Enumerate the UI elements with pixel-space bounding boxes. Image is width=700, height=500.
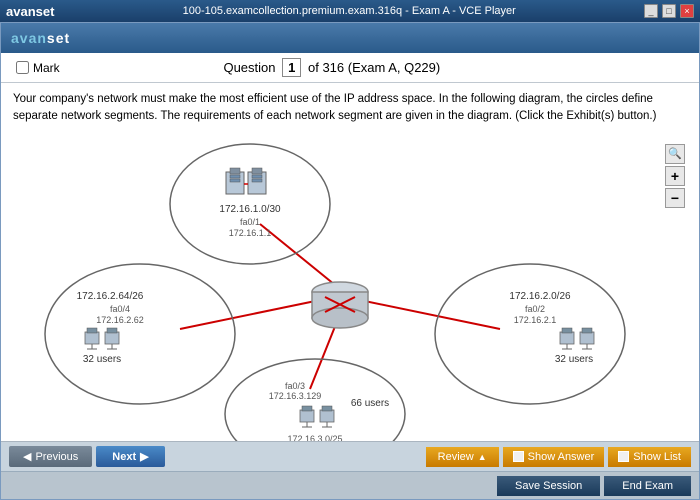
bottom-toolbar2: Save Session End Exam <box>1 471 699 499</box>
main-window: avanset Mark Question 1 of 316 (Exam A, … <box>0 22 700 500</box>
show-answer-checkbox <box>513 451 524 462</box>
next-button[interactable]: Next ▶ <box>96 446 164 467</box>
save-session-button[interactable]: Save Session <box>497 476 600 496</box>
svg-text:172.16.2.64/26: 172.16.2.64/26 <box>77 291 144 302</box>
end-exam-button[interactable]: End Exam <box>604 476 691 496</box>
app-header: avanset <box>1 23 699 53</box>
svg-text:fa0/3: fa0/3 <box>285 381 305 391</box>
show-list-button[interactable]: Show List <box>608 447 691 467</box>
show-answer-button[interactable]: Show Answer <box>503 447 605 467</box>
review-button[interactable]: Review ▲ <box>426 447 499 467</box>
zoom-in-btn[interactable]: + <box>665 166 685 186</box>
zoom-search-btn[interactable]: 🔍 <box>665 144 685 164</box>
diagram-svg: 172.16.1.0/30 fa0/1 172.16.1.1 172.16.2.… <box>13 134 687 442</box>
svg-text:fa0/2: fa0/2 <box>525 304 545 314</box>
zoom-controls: 🔍 + − <box>665 144 685 208</box>
svg-text:32 users: 32 users <box>83 354 121 365</box>
svg-text:172.16.3.0/25: 172.16.3.0/25 <box>287 434 342 442</box>
svg-text:172.16.2.1: 172.16.2.1 <box>514 315 557 325</box>
svg-text:172.16.2.62: 172.16.2.62 <box>96 315 144 325</box>
show-list-checkbox <box>618 451 629 462</box>
svg-text:fa0/4: fa0/4 <box>110 304 130 314</box>
titlebar-title: 100-105.examcollection.premium.exam.316q… <box>54 5 644 17</box>
mark-checkbox[interactable] <box>16 61 29 74</box>
titlebar-controls: _ □ × <box>644 4 694 18</box>
svg-text:66 users: 66 users <box>351 398 389 409</box>
review-dropdown-icon: ▲ <box>478 452 487 462</box>
svg-text:172.16.1.1: 172.16.1.1 <box>229 228 272 238</box>
network-diagram: 172.16.1.0/30 fa0/1 172.16.1.1 172.16.2.… <box>13 134 687 442</box>
mark-control[interactable]: Mark <box>16 61 60 75</box>
svg-text:172.16.2.0/26: 172.16.2.0/26 <box>509 291 571 302</box>
question-number: 1 <box>282 58 301 77</box>
close-btn[interactable]: × <box>680 4 694 18</box>
titlebar-logo: avanset <box>6 4 54 19</box>
svg-text:172.16.3.129: 172.16.3.129 <box>269 391 322 401</box>
zoom-out-btn[interactable]: − <box>665 188 685 208</box>
svg-text:32 users: 32 users <box>555 354 593 365</box>
header-logo: avanset <box>11 30 70 46</box>
question-info: Question 1 of 316 (Exam A, Q229) <box>223 58 440 77</box>
bottom-toolbar: ◀ Previous Next ▶ Review ▲ Show Answer S… <box>1 441 699 471</box>
content-area: Your company's network must make the mos… <box>1 83 699 441</box>
svg-text:fa0/1: fa0/1 <box>240 217 260 227</box>
svg-text:172.16.1.0/30: 172.16.1.0/30 <box>219 204 281 215</box>
prev-button[interactable]: ◀ Previous <box>9 446 92 467</box>
title-bar: avanset 100-105.examcollection.premium.e… <box>0 0 700 22</box>
question-text: Your company's network must make the mos… <box>13 91 687 126</box>
maximize-btn[interactable]: □ <box>662 4 676 18</box>
question-bar: Mark Question 1 of 316 (Exam A, Q229) <box>1 53 699 83</box>
mark-label: Mark <box>33 61 60 75</box>
prev-arrow-icon: ◀ <box>23 450 31 463</box>
minimize-btn[interactable]: _ <box>644 4 658 18</box>
next-arrow-icon: ▶ <box>140 450 148 463</box>
